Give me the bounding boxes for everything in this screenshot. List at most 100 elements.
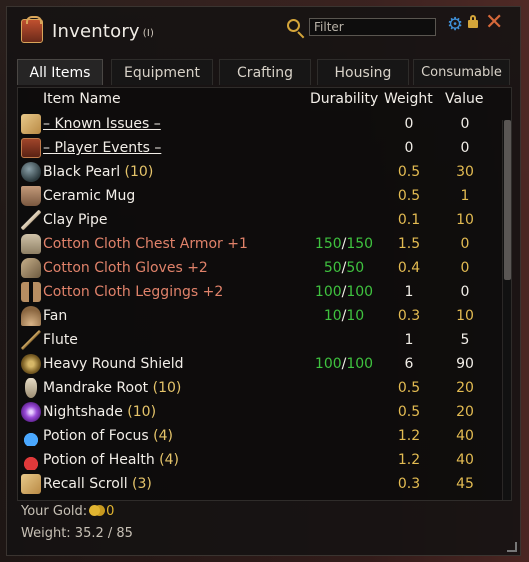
item-name[interactable]: Clay Pipe [43,208,108,232]
item-name[interactable]: Potion of Health (4) [43,448,179,472]
flute-icon [21,330,41,350]
durability-current: 10 [323,308,342,324]
item-name-text: Clay Pipe [43,212,108,228]
item-name[interactable]: Ceramic Mug [43,184,135,208]
scrollbar[interactable] [502,120,511,500]
filter-input[interactable] [309,18,436,36]
lock-icon[interactable] [468,15,478,28]
item-quantity: (3) [127,476,152,492]
item-weight: 0.3 [397,308,421,324]
item-durability: 50/50 [314,256,374,280]
item-durability: 100/100 [314,280,374,304]
item-name[interactable]: – Known Issues – [43,112,161,136]
scrollbar-thumb[interactable] [504,120,511,280]
item-quantity: (10) [122,404,157,420]
item-durability: 100/100 [314,352,374,376]
item-name[interactable]: Black Pearl (10) [43,160,153,184]
red-potion-icon [21,450,41,470]
item-value: 0 [460,260,470,276]
item-row[interactable]: Recall Scroll (3) 0.3 45 [18,472,496,496]
tab-all-items[interactable]: All Items [17,59,103,85]
item-row[interactable]: Potion of Focus (4) 1.2 40 [18,424,496,448]
item-name[interactable]: – Player Events – [43,136,161,160]
durability-max: 100 [346,356,374,372]
item-durability: 10/10 [314,304,374,328]
gear-icon[interactable]: ⚙ [447,16,463,34]
item-name[interactable]: Cotton Cloth Chest Armor +1 [43,232,248,256]
item-weight: 6 [404,356,414,372]
item-weight: 1.2 [397,452,421,468]
tab-crafting[interactable]: Crafting [219,59,311,85]
gloves-icon [21,258,41,278]
durability-max: 10 [346,308,365,324]
item-name-text: Nightshade [43,404,123,420]
window-hotkey: (I) [142,28,155,39]
item-durability: 150/150 [314,232,374,256]
category-row[interactable]: – Player Events – 0 0 [18,136,496,160]
shield-icon [21,354,41,374]
item-name[interactable]: Mandrake Root (10) [43,376,181,400]
gold-display: Your Gold: 0 [21,504,114,519]
window-title: Inventory (I) [52,21,154,42]
item-quantity: (10) [148,380,182,396]
item-name[interactable]: Fan [43,304,67,328]
item-value: 5 [460,332,470,348]
category-row[interactable]: – Known Issues – 0 0 [18,112,496,136]
item-row[interactable]: Clay Pipe 0.1 10 [18,208,496,232]
item-name-text: Cotton Cloth Chest Armor +1 [43,236,248,252]
tab-equipment[interactable]: Equipment [111,59,213,85]
resize-handle-icon[interactable] [507,542,517,552]
durability-max: 50 [346,260,365,276]
item-name[interactable]: Heavy Round Shield [43,352,184,376]
item-name-text: – Player Events – [43,140,162,156]
item-name-text: Recall Scroll [43,476,128,492]
item-row[interactable]: Potion of Health (4) 1.2 40 [18,448,496,472]
item-weight: 0.1 [397,212,421,228]
item-row[interactable]: Cotton Cloth Gloves +2 50/50 0.4 0 [18,256,496,280]
item-name[interactable]: Cotton Cloth Gloves +2 [43,256,208,280]
column-header-weight[interactable]: Weight [384,91,433,107]
item-quantity: (4) [148,428,173,444]
item-name[interactable]: Recall Scroll (3) [43,472,152,496]
title-bar[interactable]: Inventory(I) ⚙ ✕ [7,7,520,51]
item-row[interactable]: Black Pearl (10) 0.5 30 [18,160,496,184]
item-name-text: Ceramic Mug [43,188,136,204]
column-header-durability[interactable]: Durability [310,91,378,107]
item-weight: 1 [404,332,414,348]
item-name[interactable]: Potion of Focus (4) [43,424,173,448]
item-row[interactable]: Fan 10/10 0.3 10 [18,304,496,328]
table-header: Item Name Durability Weight Value [18,88,511,112]
flower-icon [21,402,41,422]
item-row[interactable]: Nightshade (10) 0.5 20 [18,400,496,424]
item-name-text: Potion of Focus [43,428,149,444]
item-weight: 0.4 [397,260,421,276]
item-name-text: Fan [43,308,68,324]
item-row[interactable]: Mandrake Root (10) 0.5 20 [18,376,496,400]
item-name-text: Mandrake Root [43,380,149,396]
column-header-value[interactable]: Value [445,91,483,107]
item-value: 45 [456,476,474,492]
gold-value: 0 [106,504,115,519]
item-weight: 1 [404,284,414,300]
item-name[interactable]: Nightshade (10) [43,400,156,424]
item-row[interactable]: Ceramic Mug 0.5 1 [18,184,496,208]
bag-icon [21,16,43,43]
item-row[interactable]: Cotton Cloth Chest Armor +1 150/150 1.5 0 [18,232,496,256]
gold-label: Your Gold: [21,504,88,519]
blue-potion-icon [21,426,41,446]
tab-housing[interactable]: Housing [317,59,409,85]
mug-icon [21,186,41,206]
item-row[interactable]: Flute 1 5 [18,328,496,352]
tab-consumable[interactable]: Consumable [413,59,510,85]
item-row[interactable]: Heavy Round Shield 100/100 6 90 [18,352,496,376]
item-value: 0 [460,236,470,252]
durability-current: 50 [323,260,342,276]
item-value: 40 [456,428,474,444]
item-name[interactable]: Cotton Cloth Leggings +2 [43,280,223,304]
item-row[interactable]: Cotton Cloth Leggings +2 100/100 1 0 [18,280,496,304]
scroll-icon [21,114,41,134]
item-name[interactable]: Flute [43,328,78,352]
close-icon[interactable]: ✕ [485,12,503,34]
column-header-name[interactable]: Item Name [43,91,121,107]
item-name-text: Cotton Cloth Leggings +2 [43,284,224,300]
